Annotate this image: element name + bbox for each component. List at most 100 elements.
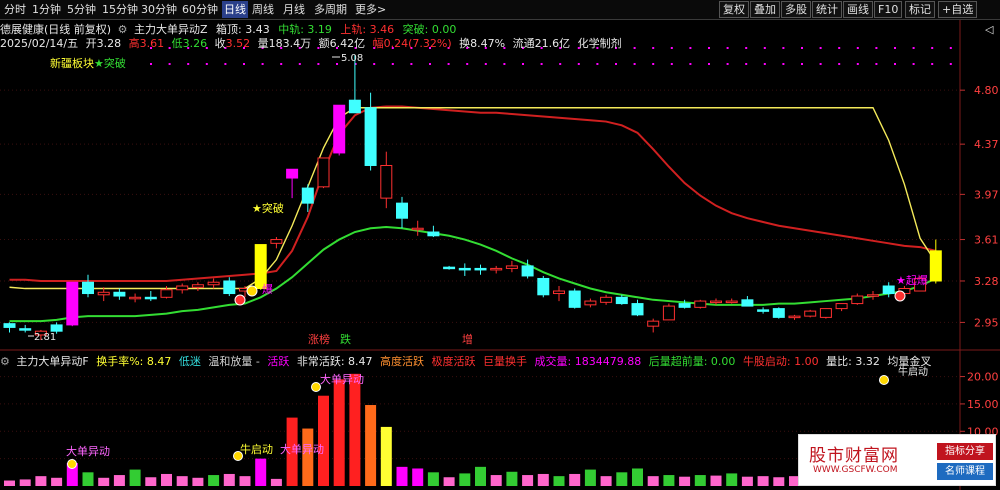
watermark-title: 股市财富网 [809, 446, 899, 466]
high-active-label: 高度活跃 [380, 355, 425, 368]
signal-dot [168, 63, 171, 65]
candle-body [97, 291, 110, 296]
candle-body [82, 281, 94, 295]
candle-body [600, 296, 613, 303]
candle-body [411, 227, 424, 231]
coin-icon [246, 285, 258, 297]
signal-dot [447, 63, 450, 65]
candle-body [757, 309, 770, 312]
volume-bar [302, 428, 314, 486]
signal-dot [782, 47, 785, 49]
coin-icon [879, 375, 889, 385]
watermark-logo: 股市财富网 WWW.GSCFW.COM 指标分享 名师课程 [798, 434, 996, 486]
signal-dot [243, 63, 245, 65]
signal-dot [819, 63, 822, 65]
price-tick-label: 3.61 [974, 234, 999, 247]
volume-big-order-left: 大单异动 [66, 444, 110, 458]
signal-dot [596, 63, 599, 65]
sector-tag-line: 新疆板块★突破 [50, 55, 126, 71]
signal-dot [689, 47, 692, 49]
signal-dot [745, 47, 748, 49]
signal-dot [280, 63, 283, 65]
candle-body [867, 294, 879, 297]
signal-dot [931, 63, 934, 65]
volume-bar [192, 477, 204, 486]
ma-red-line [9, 105, 937, 282]
candle-body [694, 300, 707, 308]
signal-dot [261, 63, 264, 65]
volume-bar [270, 478, 282, 486]
candle-body [929, 250, 942, 282]
coin-icon [67, 459, 77, 469]
candle-body [191, 284, 204, 288]
signal-dot [652, 63, 655, 65]
extreme-active-label: 极度活跃 [431, 355, 476, 368]
volume-bar [616, 472, 628, 486]
candle-body [553, 290, 565, 295]
quote-open: 开3.28 [85, 37, 122, 50]
signal-dot [763, 63, 766, 65]
volume-bar [98, 477, 110, 486]
signal-dot [577, 63, 580, 65]
signal-dot [187, 63, 190, 65]
volume-tick-label: 20.00 [967, 371, 999, 384]
quote-low: 3.26 [182, 37, 208, 50]
bull-start-value: 牛股启动: 1.00 [742, 355, 819, 368]
signal-dot [726, 63, 729, 65]
signal-dot [949, 63, 952, 65]
signal-dot [763, 47, 766, 49]
volume-bar [427, 472, 439, 486]
quote-volume: 量183.4万 [257, 37, 312, 50]
turnover-rate: 换手率%: 8.47 [96, 355, 172, 368]
mild-volume-label: 温和放量 [208, 355, 253, 368]
quote-line: 2025/02/14/五 开3.28 高3.61 低3.26 收3.52 量18… [0, 35, 622, 51]
signal-dot [466, 63, 469, 65]
quote-change: 0.24(7.32%) [383, 37, 452, 50]
quote-high: 3.61 [139, 37, 165, 50]
active-label: 活跃 [267, 355, 290, 368]
volume-bar [710, 475, 722, 486]
volume-bar [365, 405, 377, 486]
candle-body [772, 308, 785, 318]
signal-dot [894, 47, 896, 49]
signal-dot [912, 47, 915, 49]
quote-sector: 化学制剂 [577, 37, 622, 50]
watermark-url: WWW.GSCFW.COM [813, 465, 898, 475]
later-volume-value: 后量超前量: 0.00 [648, 355, 736, 368]
candle-body [50, 324, 63, 332]
signal-dot [391, 63, 394, 65]
volume-bar [459, 473, 471, 486]
candle-body [254, 244, 267, 290]
sub-settings-icon[interactable]: ⚙ [0, 355, 10, 368]
ma-green-line [9, 225, 937, 323]
max-price-label: 5.08 [341, 53, 363, 64]
signal-dot [782, 63, 785, 65]
signal-dot [912, 63, 915, 65]
coin-icon [233, 451, 243, 461]
volume-bar [412, 468, 424, 486]
candle-body [144, 296, 157, 300]
candle-body [66, 281, 79, 326]
volume-bar [757, 476, 769, 486]
candle-body [882, 285, 895, 295]
volume-bar [349, 373, 361, 486]
watermark-tag-course: 名师课程 [937, 463, 993, 480]
signal-dot [856, 63, 859, 65]
volume-bar [318, 395, 329, 486]
volume-bar [584, 469, 596, 486]
candle-body [380, 164, 393, 199]
stock-chart[interactable]: 4.80 4.37 3.97 3.61 3.28 2.95 5.08 2.81 ★突破 ★起爆爆涨… [0, 0, 1000, 490]
signal-dot [205, 63, 208, 65]
signal-dot [838, 63, 841, 65]
volume-bar [161, 473, 172, 486]
signal-dot [224, 63, 227, 65]
candle-body [788, 315, 801, 319]
volume-bar [19, 479, 31, 486]
sub-indicator-name[interactable]: 主力大单异动F [16, 355, 88, 368]
volume-bar [490, 475, 502, 486]
quote-close-label: 收 [214, 37, 226, 50]
candle-body [113, 291, 126, 297]
signal-dot [875, 47, 878, 49]
volume-bar [741, 476, 753, 486]
candle-body [270, 239, 283, 244]
